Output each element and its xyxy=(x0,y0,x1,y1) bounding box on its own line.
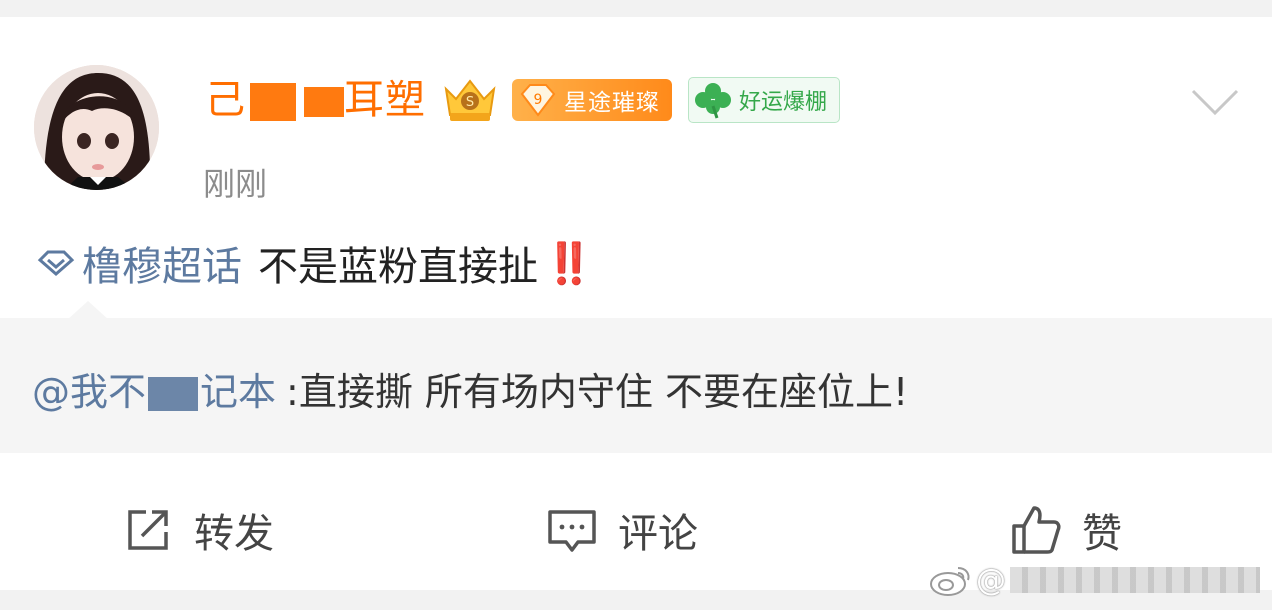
author-name-suffix: 耳塑 xyxy=(344,77,426,123)
author-name-censor xyxy=(250,83,296,121)
author-name[interactable]: 己 耳塑 xyxy=(205,75,426,125)
quoted-comment-line: @我不 记本 :直接撕 所有场内守住 不要在座位上! xyxy=(32,360,908,416)
post-timestamp: 刚刚 xyxy=(203,165,268,203)
repost-icon xyxy=(128,510,168,550)
chevron-down-icon[interactable] xyxy=(1190,87,1240,117)
luck-badge-label: 好运爆棚 xyxy=(739,90,828,115)
luck-badge[interactable]: 好运爆棚 xyxy=(688,77,841,123)
svg-text:9: 9 xyxy=(534,92,543,108)
watermark-at: @ xyxy=(976,562,1006,598)
post-content: 橹穆超话 不是蓝粉直接扯 ‼️ xyxy=(34,235,594,291)
comment-button[interactable]: 评论 xyxy=(455,470,788,590)
avatar-image xyxy=(34,65,159,190)
double-exclamation-icon: ‼️ xyxy=(544,240,594,287)
repost-button[interactable]: 转发 xyxy=(0,470,455,590)
svg-text:S: S xyxy=(466,95,474,110)
watermark-censor xyxy=(1010,567,1260,593)
comment-label: 评论 xyxy=(617,511,698,557)
quoted-user-link[interactable]: @我不 记本 xyxy=(32,361,276,416)
weibo-logo-icon xyxy=(930,567,970,596)
level-badge[interactable]: 9 星途璀璨 xyxy=(512,79,672,121)
post-body-text: 不是蓝粉直接扯 xyxy=(258,244,538,290)
comment-icon xyxy=(548,510,596,552)
author-row: 己 耳塑 S 9 星途璀璨 好运爆棚 xyxy=(205,75,841,125)
clover-icon xyxy=(695,83,731,119)
quoted-user-censor xyxy=(148,377,199,411)
like-label: 赞 xyxy=(1081,511,1122,557)
quoted-comment-text: :直接撕 所有场内守住 不要在座位上! xyxy=(286,369,909,414)
super-topic-diamond-icon xyxy=(37,250,75,276)
quoted-user-prefix: @我不 xyxy=(32,369,147,414)
repost-label: 转发 xyxy=(194,511,274,557)
thumbs-up-icon xyxy=(1012,506,1061,554)
author-name-prefix: 己 xyxy=(205,77,246,123)
author-name-censor xyxy=(304,87,344,117)
super-topic-link[interactable]: 橹穆超话 xyxy=(82,234,242,292)
crown-vip-icon[interactable]: S xyxy=(440,75,500,125)
quoted-user-suffix: 记本 xyxy=(200,369,277,414)
avatar[interactable] xyxy=(34,65,159,190)
level-badge-label: 星途璀璨 xyxy=(564,90,660,116)
weibo-watermark: @ xyxy=(928,560,1260,600)
level-gem-icon: 9 xyxy=(520,84,556,117)
